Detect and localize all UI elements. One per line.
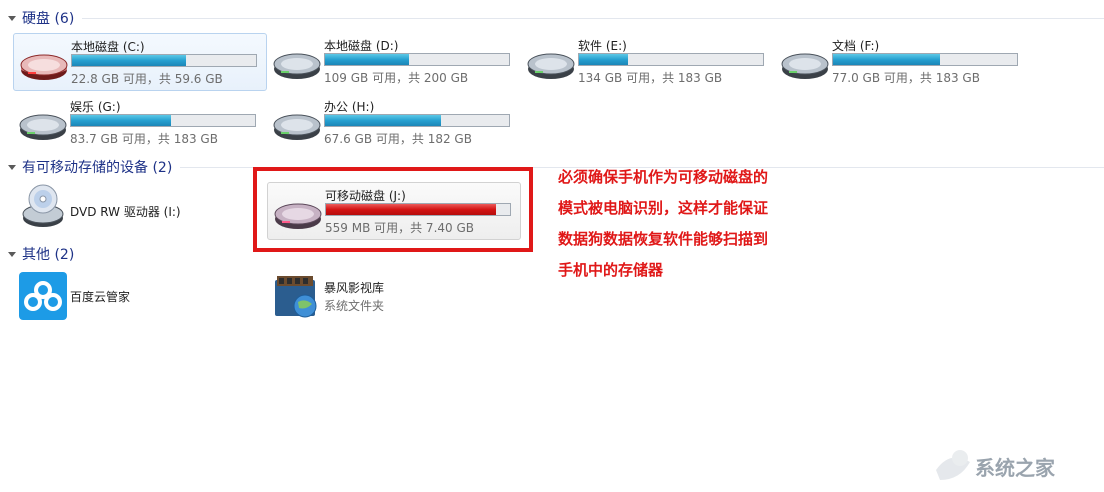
usage-bar xyxy=(578,53,764,66)
drive-h[interactable]: 办公 (H:) 67.6 GB 可用，共 182 GB xyxy=(267,94,519,150)
drive-space: 77.0 GB 可用，共 183 GB xyxy=(832,71,980,85)
highlight-box xyxy=(253,167,533,252)
section-removable[interactable]: 有可移动存储的设备 (2) xyxy=(0,158,1104,176)
section-other[interactable]: 其他 (2) xyxy=(0,245,1104,263)
hard-disk-icon xyxy=(527,53,575,79)
usage-bar xyxy=(324,53,510,66)
annotation-line: 必须确保手机作为可移动磁盘的 xyxy=(558,168,769,186)
collapse-arrow-icon[interactable] xyxy=(8,251,16,257)
drive-space: 22.8 GB 可用，共 59.6 GB xyxy=(71,72,223,86)
drive-space: 83.7 GB 可用，共 183 GB xyxy=(70,132,218,146)
drive-space: 67.6 GB 可用，共 182 GB xyxy=(324,132,472,146)
item-name: 百度云管家 xyxy=(70,290,131,304)
usage-fill xyxy=(325,115,441,126)
dvd-drive[interactable]: DVD RW 驱动器 (I:) xyxy=(13,184,253,234)
drive-e[interactable]: 软件 (E:) 134 GB 可用，共 183 GB xyxy=(521,33,773,89)
drive-name: 本地磁盘 (D:) xyxy=(324,39,399,53)
hard-disk-icon xyxy=(19,114,67,140)
system-disk-icon xyxy=(20,54,68,80)
section-title: 有可移动存储的设备 (2) xyxy=(22,160,173,176)
drive-name: 娱乐 (G:) xyxy=(70,100,121,114)
drive-name: 办公 (H:) xyxy=(324,100,375,114)
usage-bar xyxy=(324,114,510,127)
hard-disk-icon xyxy=(273,114,321,140)
video-library-icon xyxy=(275,276,317,318)
drive-name: 文档 (F:) xyxy=(832,39,880,53)
item-name: 暴风影视库 xyxy=(324,281,385,295)
usage-fill xyxy=(71,115,171,126)
section-title: 硬盘 (6) xyxy=(22,11,75,27)
dvd-drive-icon xyxy=(22,184,64,227)
drive-space: 109 GB 可用，共 200 GB xyxy=(324,71,469,85)
section-divider xyxy=(82,17,1104,19)
usage-fill xyxy=(833,54,940,65)
watermark-text: 系统之家 xyxy=(975,456,1055,480)
drive-name: 软件 (E:) xyxy=(578,39,627,53)
annotation-line: 模式被电脑识别，这样才能保证 xyxy=(558,199,769,217)
drive-d[interactable]: 本地磁盘 (D:) 109 GB 可用，共 200 GB xyxy=(267,33,519,89)
hard-disk-icon xyxy=(781,53,829,79)
baidu-cloud-item[interactable]: 百度云管家 xyxy=(13,270,253,320)
drive-c[interactable]: 本地磁盘 (C:) 22.8 GB 可用，共 59.6 GB xyxy=(13,33,267,91)
device-name: DVD RW 驱动器 (I:) xyxy=(70,205,181,219)
section-title: 其他 (2) xyxy=(22,247,75,263)
annotation-text: 必须确保手机作为可移动磁盘的 模式被电脑识别，这样才能保证 数据狗数据恢复软件能… xyxy=(558,162,808,286)
baidu-cloud-icon xyxy=(19,272,67,320)
item-subtitle: 系统文件夹 xyxy=(324,299,385,313)
section-hard-disks[interactable]: 硬盘 (6) xyxy=(0,9,1104,27)
usage-bar xyxy=(832,53,1018,66)
video-library-item[interactable]: 暴风影视库 系统文件夹 xyxy=(267,270,507,320)
drive-name: 本地磁盘 (C:) xyxy=(71,40,145,54)
usage-bar xyxy=(70,114,256,127)
drive-f[interactable]: 文档 (F:) 77.0 GB 可用，共 183 GB xyxy=(775,33,1027,89)
usage-bar xyxy=(71,54,257,67)
drive-space: 134 GB 可用，共 183 GB xyxy=(578,71,723,85)
hard-disk-icon xyxy=(273,53,321,79)
usage-fill xyxy=(325,54,409,65)
collapse-arrow-icon[interactable] xyxy=(8,164,16,170)
collapse-arrow-icon[interactable] xyxy=(8,15,16,21)
usage-fill xyxy=(72,55,187,66)
drive-g[interactable]: 娱乐 (G:) 83.7 GB 可用，共 183 GB xyxy=(13,94,265,150)
usage-fill xyxy=(579,54,629,65)
